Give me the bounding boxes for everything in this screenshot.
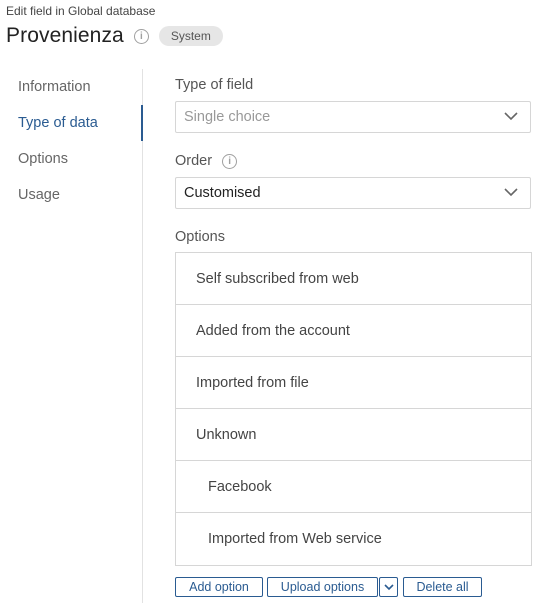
options-label: Options: [175, 229, 225, 245]
list-item[interactable]: Self subscribed from web: [176, 253, 531, 305]
list-item[interactable]: Added from the account: [176, 305, 531, 357]
chevron-down-icon: [384, 584, 394, 591]
order-info-icon[interactable]: i: [222, 153, 238, 169]
delete-all-button[interactable]: Delete all: [403, 577, 482, 597]
list-item[interactable]: Unknown: [176, 409, 531, 461]
type-of-field-label: Type of field: [175, 77, 254, 93]
info-icon[interactable]: i: [133, 28, 149, 44]
list-item[interactable]: Imported from Web service: [176, 513, 531, 565]
page-title: Provenienza: [6, 24, 124, 47]
add-option-button[interactable]: Add option: [175, 577, 263, 597]
type-of-field-select[interactable]: Single choice: [175, 101, 531, 133]
list-item[interactable]: Imported from file: [176, 357, 531, 409]
sidebar-item-usage[interactable]: Usage: [18, 177, 143, 213]
page-subtitle: Edit field in Global database: [6, 4, 156, 18]
chevron-down-icon: [504, 112, 518, 121]
order-label: Order: [175, 153, 213, 169]
order-value: Customised: [184, 185, 261, 201]
active-nav-indicator: [141, 105, 143, 141]
title-row: Provenienza i System: [6, 23, 223, 49]
sidebar-item-type-of-data[interactable]: Type of data: [18, 105, 143, 141]
order-label-row: Order i: [175, 153, 238, 169]
chevron-down-icon: [504, 188, 518, 197]
order-select[interactable]: Customised: [175, 177, 531, 209]
type-of-field-value: Single choice: [184, 109, 271, 125]
sidebar: Information Type of data Options Usage: [0, 69, 143, 603]
upload-options-dropdown-button[interactable]: [379, 577, 398, 597]
upload-options-button[interactable]: Upload options: [267, 577, 378, 597]
list-item[interactable]: Facebook: [176, 461, 531, 513]
options-list: Self subscribed from web Added from the …: [175, 252, 532, 566]
sidebar-item-options[interactable]: Options: [18, 141, 143, 177]
sidebar-item-information[interactable]: Information: [18, 69, 143, 105]
system-badge: System: [158, 26, 223, 46]
